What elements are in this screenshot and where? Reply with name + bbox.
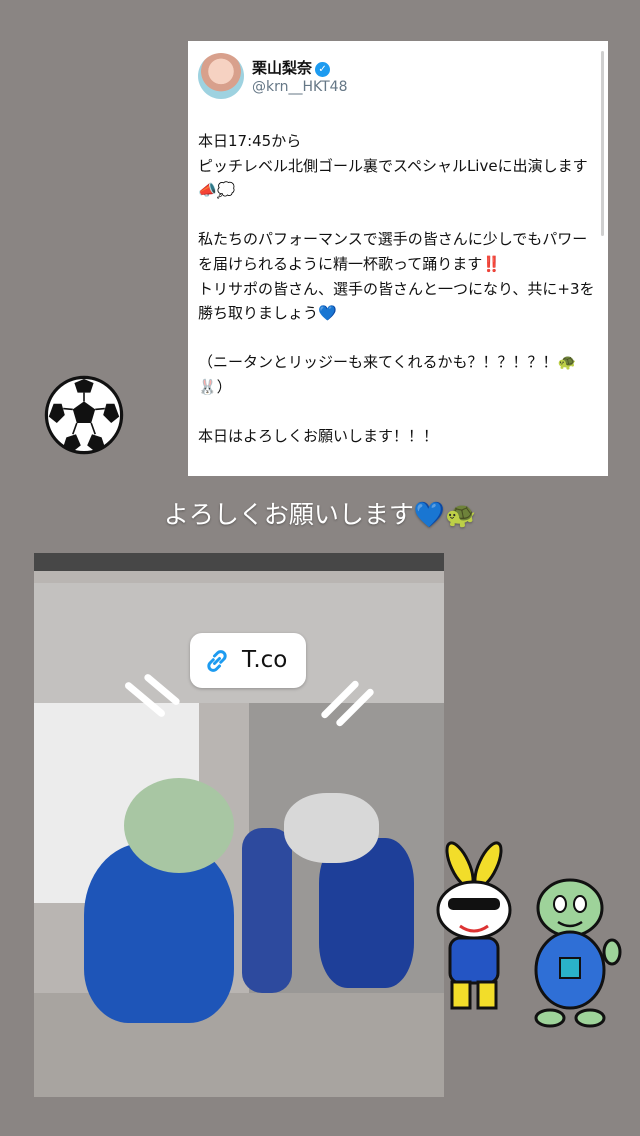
tweet-author-name: 栗山梨奈 ✓: [252, 57, 331, 78]
turtle-mascot-head: [124, 778, 234, 873]
photo-floor: [34, 993, 444, 1097]
rabbit-mascot-head: [284, 793, 379, 863]
soccer-ball-icon: [44, 375, 124, 455]
link-sticker[interactable]: T.co: [190, 633, 306, 688]
link-icon: [207, 650, 227, 672]
link-label: T.co: [242, 647, 288, 673]
story-caption: よろしくお願いします💙🐢: [163, 500, 477, 529]
person: [242, 828, 292, 993]
avatar[interactable]: [198, 53, 244, 99]
tweet-card[interactable]: 栗山梨奈 ✓ @krn__HKT48 本日17:45から ピッチレベル北側ゴール裏…: [188, 41, 608, 476]
rabbit-character-sticker-icon: [436, 841, 512, 1010]
author-name-text: 栗山梨奈: [252, 59, 313, 77]
photo-roof: [34, 553, 444, 571]
tweet-text: 本日17:45から ピッチレベル北側ゴール裏でスペシャルLiveに出演します📣💭…: [198, 132, 595, 446]
turtle-character-sticker-icon: [534, 878, 622, 1028]
tweet-scrollbar[interactable]: [601, 51, 604, 236]
verified-badge-icon: ✓: [315, 62, 331, 77]
tweet-author-handle: @krn__HKT48: [252, 79, 348, 95]
